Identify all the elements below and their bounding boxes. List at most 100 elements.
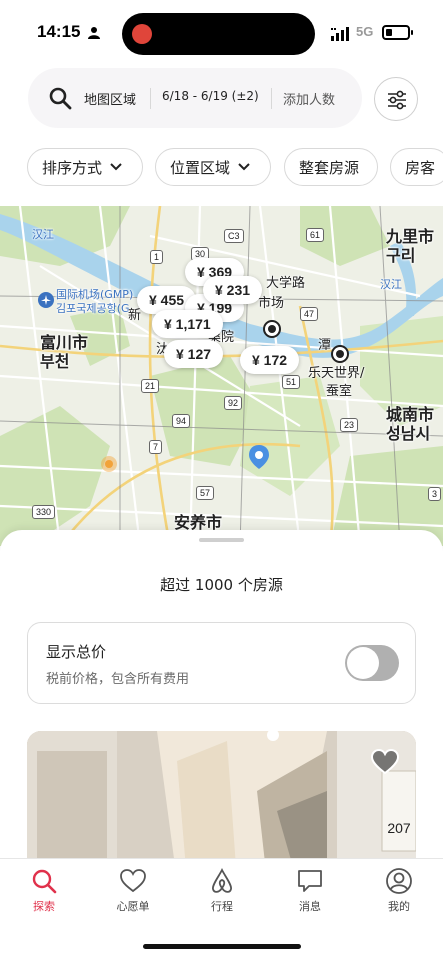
profile-icon [386, 868, 412, 894]
price-pin[interactable]: ¥ 231 [203, 276, 263, 304]
map-label-lotte-world: 乐天世界/ [308, 366, 365, 381]
map-label-seongnam: 城南市 [386, 405, 435, 424]
place-marker[interactable] [331, 345, 349, 363]
price-pin-label: ¥ 455 [149, 292, 185, 308]
chip-guests-label: 房客 [405, 158, 436, 177]
place-marker[interactable] [263, 320, 281, 338]
tab-profile[interactable]: 我的 [369, 867, 429, 914]
road-shield: 61 [306, 228, 325, 242]
total-price-subtitle: 税前价格，包含所有费用 [46, 672, 190, 687]
message-icon [298, 870, 322, 892]
sheet-drag-handle[interactable] [199, 538, 244, 542]
search-divider [271, 88, 272, 109]
home-indicator[interactable] [143, 944, 301, 949]
chevron-down-icon [238, 163, 250, 171]
road-shield: 57 [196, 486, 215, 500]
price-pin[interactable]: ¥ 172 [240, 346, 300, 374]
chip-location[interactable]: 位置区域 [155, 148, 271, 186]
map-label-gimpo-ko: 김포국제공항(G [56, 302, 130, 315]
tab-wishlist-label: 心愿单 [116, 900, 150, 913]
chip-sort[interactable]: 排序方式 [27, 148, 143, 186]
map-label-gimpo: 国际机场(GMP) [56, 288, 134, 301]
battery-icon [382, 25, 410, 40]
price-pin-label: ¥ 172 [252, 352, 288, 368]
map-label-bucheon: 富川市 [40, 333, 89, 352]
status-time: 14:15 [37, 22, 81, 41]
price-pin[interactable]: ¥ 127 [164, 340, 224, 368]
search-guests[interactable]: 添加人数 [283, 89, 335, 108]
signal-icon [331, 27, 349, 41]
tab-explore[interactable]: 探索 [14, 867, 74, 914]
chevron-down-icon [110, 163, 122, 171]
airport-icon [38, 292, 54, 308]
map-label-daehakro: 大学路 [266, 276, 306, 291]
map-label-jamsil: 蚕室 [326, 384, 353, 399]
tab-messages[interactable]: 消息 [280, 867, 340, 914]
dynamic-island [122, 13, 315, 55]
total-price-card: 显示总价 税前价格，包含所有费用 [27, 622, 416, 704]
toggle-knob [347, 647, 379, 679]
battery-cap [411, 30, 413, 35]
road-shield: 3 [428, 487, 442, 501]
tab-profile-label: 我的 [388, 900, 410, 913]
price-pin-label: ¥ 127 [176, 346, 212, 362]
listing-photo[interactable]: 207 [27, 731, 416, 860]
map-label-bucheon-ko: 부천 [40, 352, 70, 371]
search-dates[interactable]: 6/18 - 6/19 (±2) [162, 89, 259, 103]
price-pin[interactable]: ¥ 1,171 [152, 310, 223, 338]
listing-room-sign: 207 [387, 820, 411, 836]
total-price-title: 显示总价 [46, 643, 107, 661]
search-divider [150, 88, 151, 109]
map-label-market: 市场 [258, 296, 285, 311]
park-marker-icon [249, 445, 269, 469]
road-shield: 23 [340, 418, 359, 432]
map-label-han-river: 汉江 [32, 228, 54, 241]
heart-icon [120, 869, 146, 893]
listing-count: 超过 1000 个房源 [160, 576, 283, 594]
map-label-fragment: 新 [128, 308, 142, 323]
map-label-han-river-east: 汉江 [380, 278, 402, 291]
map-label-fragment: 潭 [318, 338, 332, 353]
road-shield: 330 [32, 505, 56, 519]
filter-button[interactable] [374, 77, 418, 121]
recording-indicator [132, 24, 152, 44]
chip-location-label: 位置区域 [170, 158, 231, 177]
chip-entire-home-label: 整套房源 [299, 158, 360, 177]
chip-sort-label: 排序方式 [42, 158, 103, 177]
status-bar: 14:15 5G [0, 0, 443, 66]
tab-trips[interactable]: 行程 [192, 867, 252, 914]
airbnb-logo-icon [212, 867, 232, 893]
road-shield: C3 [224, 229, 244, 243]
map-view[interactable]: 国际机场(GMP) 김포국제공항(G 汉江 汉江 富川市 부천 九里市 구리 城… [0, 206, 443, 546]
map-label-seongnam-ko: 성남시 [386, 424, 431, 443]
map-label-guri-ko: 구리 [386, 246, 416, 265]
price-pin-label: ¥ 231 [215, 282, 251, 298]
heart-icon[interactable] [371, 749, 399, 775]
road-shield: 21 [141, 379, 160, 393]
location-marker-icon [101, 456, 117, 472]
map-label-guri: 九里市 [386, 227, 435, 246]
listing-photo-image: 207 [27, 731, 416, 860]
tab-wishlist[interactable]: 心愿单 [103, 867, 163, 914]
chip-guests[interactable]: 房客 [390, 148, 443, 186]
price-pin-label: ¥ 1,171 [164, 316, 211, 332]
road-shield: 92 [224, 396, 243, 410]
tab-explore-label: 探索 [33, 900, 55, 913]
network-label: 5G [356, 24, 374, 39]
road-shield: 94 [172, 414, 191, 428]
filter-sliders-icon [388, 90, 406, 110]
chip-entire-home[interactable]: 整套房源 [284, 148, 378, 186]
road-shield: 7 [149, 440, 163, 454]
road-shield: 1 [150, 250, 164, 264]
road-shield: 51 [282, 375, 301, 389]
person-icon [88, 27, 100, 39]
search-bar[interactable]: 地图区域 6/18 - 6/19 (±2) 添加人数 [28, 68, 362, 128]
road-shield: 47 [300, 307, 319, 321]
tab-messages-label: 消息 [299, 900, 321, 913]
search-icon [32, 869, 57, 894]
map-canvas [0, 206, 443, 546]
listings-sheet[interactable]: 超过 1000 个房源 显示总价 税前价格，包含所有费用 207 [0, 530, 443, 860]
search-icon [49, 87, 72, 110]
total-price-toggle[interactable] [345, 645, 399, 681]
search-area[interactable]: 地图区域 [84, 89, 136, 108]
